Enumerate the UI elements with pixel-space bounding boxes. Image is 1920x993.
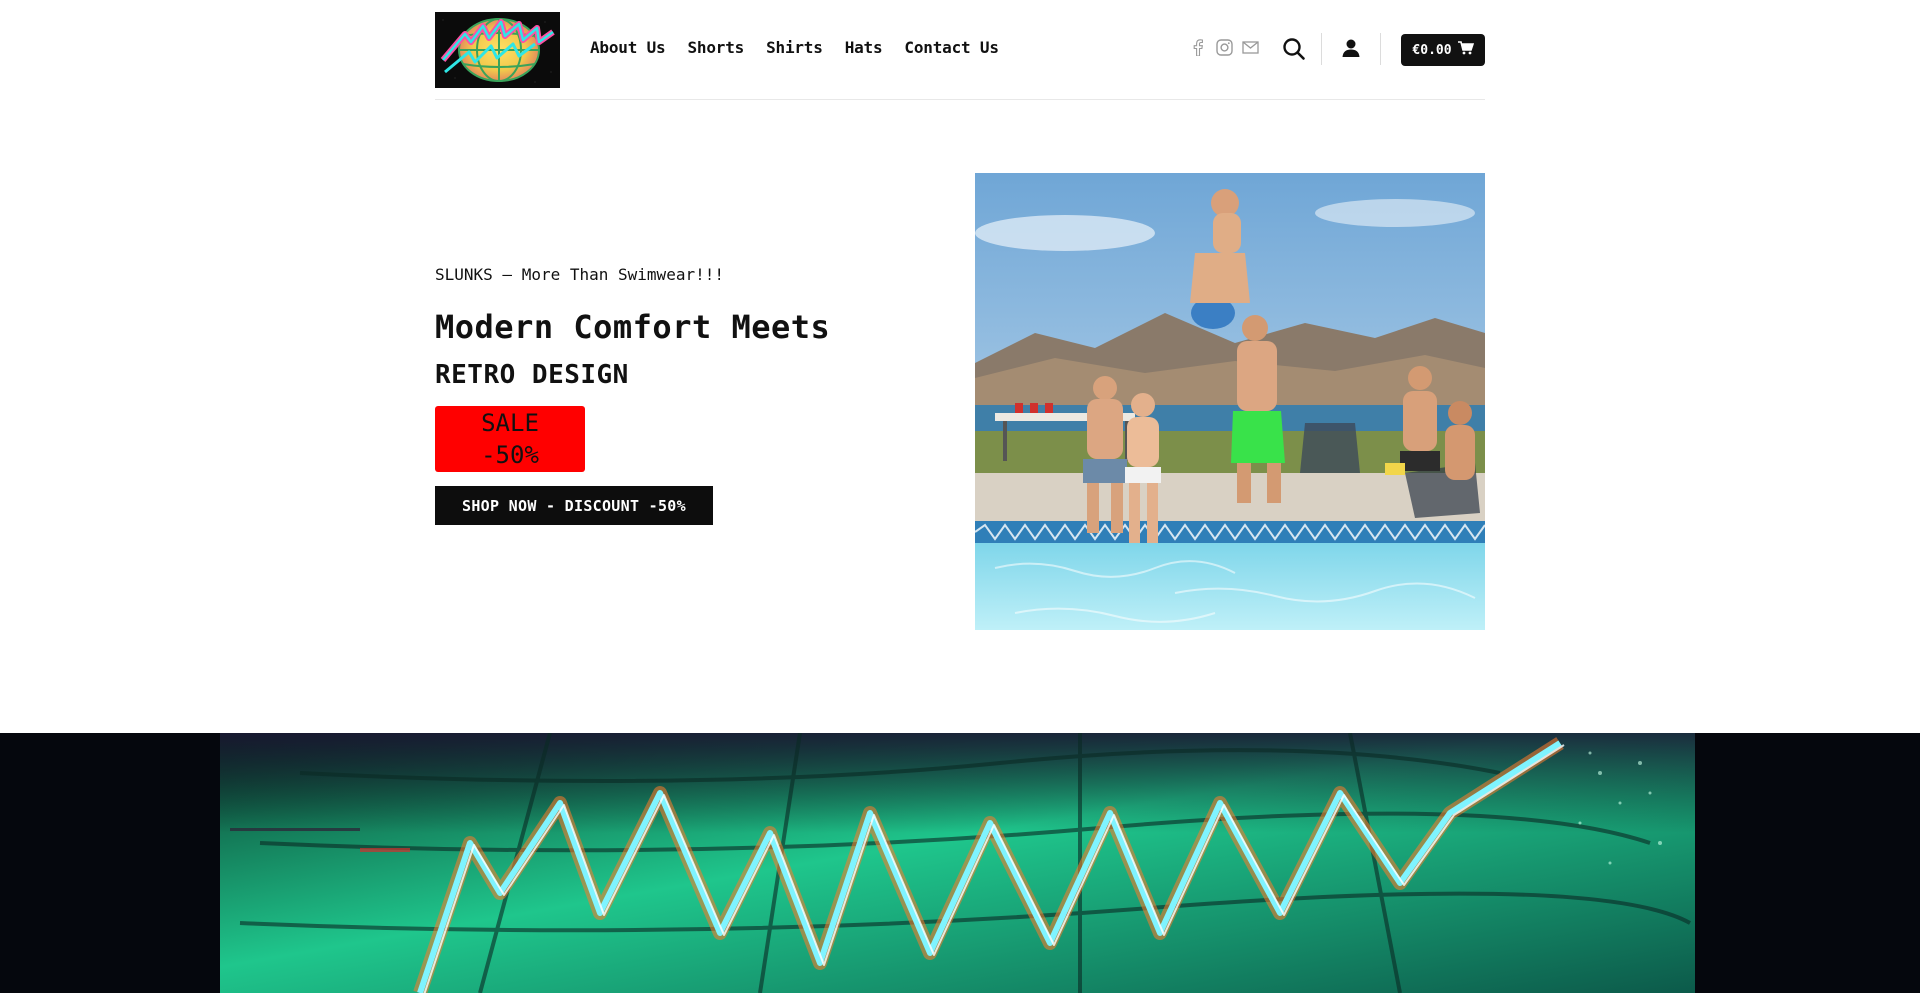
header-divider: [1321, 33, 1322, 65]
header-divider: [1380, 33, 1381, 65]
nav-about-us[interactable]: About Us: [590, 38, 666, 57]
main-nav: About Us Shorts Shirts Hats Contact Us: [590, 38, 1021, 57]
hero-subtitle: SLUNKS – More Than Swimwear!!!: [435, 265, 724, 284]
cart-button[interactable]: €0.00: [1401, 34, 1485, 66]
nav-shorts[interactable]: Shorts: [687, 38, 744, 57]
hero-title-secondary: RETRO DESIGN: [435, 360, 629, 390]
facebook-icon[interactable]: [1189, 38, 1207, 56]
nav-contact-us[interactable]: Contact Us: [904, 38, 999, 57]
social-links: [1189, 38, 1259, 56]
email-icon[interactable]: [1241, 38, 1259, 56]
sale-badge-line2: -50%: [481, 441, 539, 469]
sale-badge-line1: SALE: [481, 409, 539, 437]
instagram-icon[interactable]: [1215, 38, 1233, 56]
sale-badge: SALE -50%: [435, 406, 585, 472]
hero-image: [975, 173, 1485, 630]
cart-total: €0.00: [1412, 42, 1452, 58]
search-icon[interactable]: [1282, 37, 1306, 61]
user-icon[interactable]: [1341, 38, 1363, 60]
cart-icon: [1457, 41, 1474, 59]
brand-logo[interactable]: [435, 12, 560, 88]
video-banner: [0, 733, 1920, 993]
shop-now-button[interactable]: SHOP NOW - DISCOUNT -50%: [435, 486, 713, 525]
site-header: About Us Shorts Shirts Hats Contact Us €…: [435, 0, 1485, 100]
nav-hats[interactable]: Hats: [845, 38, 883, 57]
nav-shirts[interactable]: Shirts: [766, 38, 823, 57]
hero-title: Modern Comfort Meets: [435, 308, 831, 346]
